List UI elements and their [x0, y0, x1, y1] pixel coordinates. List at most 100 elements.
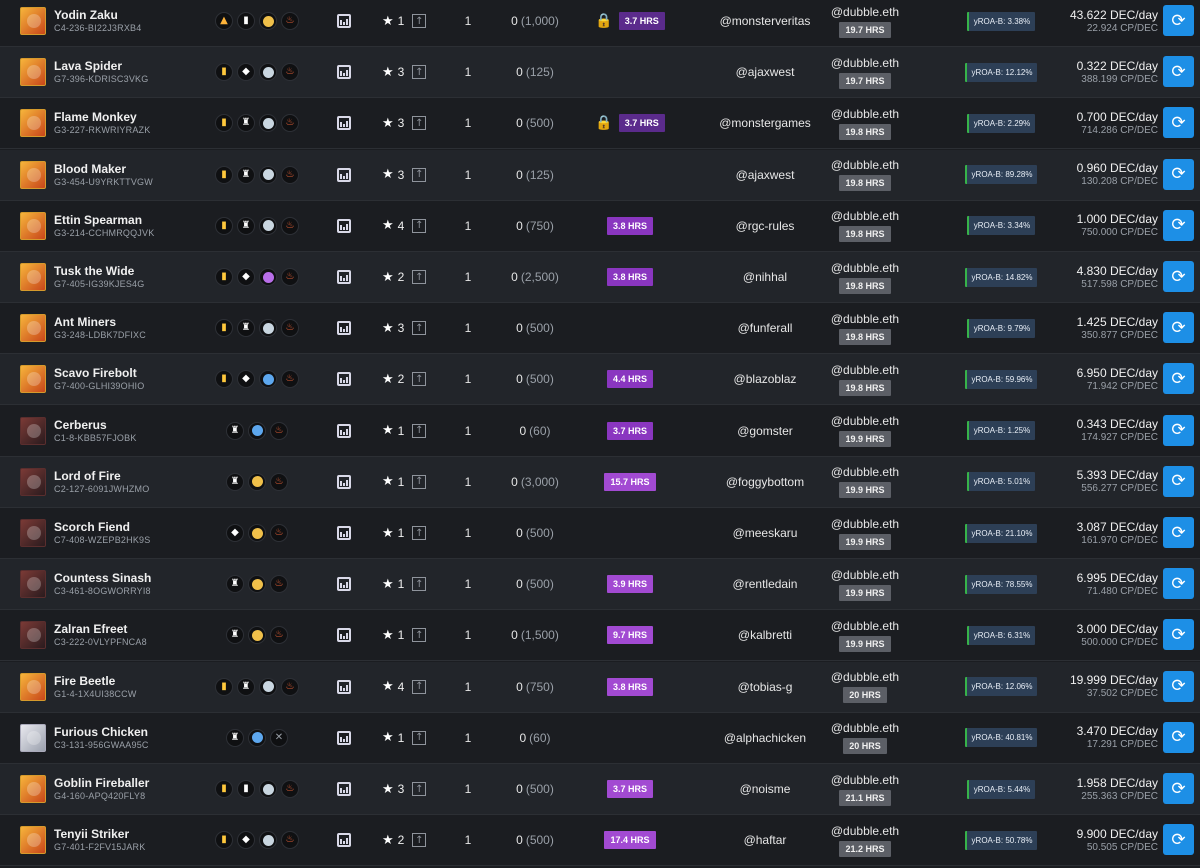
card-thumbnail[interactable]: [20, 519, 46, 547]
renter-link[interactable]: @dubble.eth: [831, 721, 899, 735]
card-name[interactable]: Tusk the Wide: [54, 264, 134, 278]
upgrade-icon[interactable]: ↑: [412, 782, 427, 796]
card-thumbnail[interactable]: [20, 160, 46, 189]
card-name-block[interactable]: Yodin Zaku C4-236-BI22J3RXB4: [54, 0, 141, 46]
refresh-button[interactable]: ⟳: [1163, 465, 1194, 497]
refresh-button[interactable]: ⟳: [1163, 363, 1194, 395]
stats-chart-icon[interactable]: [337, 474, 351, 489]
renter-link[interactable]: @dubble.eth: [831, 158, 899, 172]
stats-chart-icon[interactable]: [337, 679, 351, 694]
owner-link[interactable]: @monstergames: [690, 98, 840, 148]
renter-link[interactable]: @dubble.eth: [831, 209, 899, 223]
stats-chart-icon[interactable]: [337, 14, 351, 28]
card-name[interactable]: Fire Beetle: [54, 674, 115, 688]
card-name[interactable]: Lava Spider: [54, 59, 122, 73]
renter-block[interactable]: @dubble.eth 19.8 HRS: [830, 150, 900, 200]
upgrade-icon[interactable]: ↑: [412, 270, 427, 284]
card-name[interactable]: Furious Chicken: [54, 725, 148, 739]
owner-link[interactable]: @rgc-rules: [690, 201, 840, 251]
renter-block[interactable]: @dubble.eth 19.9 HRS: [830, 559, 900, 609]
owner-link[interactable]: @kalbretti: [690, 610, 840, 660]
renter-block[interactable]: @dubble.eth 20 HRS: [830, 713, 900, 763]
card-name-block[interactable]: Goblin Fireballer G4-160-APQ420FLY8: [54, 764, 149, 814]
card-name-block[interactable]: Lava Spider G7-396-KDRISC3VKG: [54, 47, 148, 97]
table-row[interactable]: Flame Monkey G3-227-RKWRIYRAZK ▮ ♜ ♨ ★ 3 ↑ 1 0 (50…: [0, 98, 1200, 150]
renter-link[interactable]: @dubble.eth: [831, 773, 899, 787]
upgrade-icon[interactable]: ↑: [412, 423, 427, 438]
renter-block[interactable]: @dubble.eth 19.7 HRS: [830, 0, 900, 46]
table-row[interactable]: Tenyii Striker G7-401-F2FV15JARK ▮ ◆ ♨ ★ 2 ↑ 1 0(…: [0, 815, 1200, 867]
table-row[interactable]: Goblin Fireballer G4-160-APQ420FLY8 ▮ ▮ ♨ ★ 3 ↑…: [0, 764, 1200, 815]
card-name-block[interactable]: Scavo Firebolt G7-400-GLHI39OHIO: [54, 354, 144, 404]
table-row[interactable]: Lord of Fire C2-127-6091JWHZMO ♜ ♨ ★ 1 ↑ 1 0 (3,0…: [0, 456, 1200, 508]
refresh-button[interactable]: ⟳: [1163, 773, 1194, 804]
refresh-button[interactable]: ⟳: [1163, 158, 1194, 190]
table-row[interactable]: Furious Chicken C3-131-956GWAA95C ♜ ✕ ★ 1 ↑ 1 0(…: [0, 713, 1200, 764]
card-name[interactable]: Ant Miners: [54, 315, 116, 329]
card-name-block[interactable]: Tenyii Striker G7-401-F2FV15JARK: [54, 815, 145, 865]
upgrade-icon[interactable]: ↑: [412, 65, 427, 80]
refresh-button[interactable]: ⟳: [1163, 721, 1194, 753]
refresh-button[interactable]: ⟳: [1163, 824, 1194, 856]
upgrade-icon[interactable]: ↑: [412, 321, 427, 336]
table-row[interactable]: Blood Maker G3-454-U9YRKTTVGW ▮ ♜ ♨ ★ 3 ↑ 1 0 (125…: [0, 149, 1200, 201]
card-name-block[interactable]: Zalran Efreet C3-222-0VLYPFNCA8: [54, 610, 147, 660]
refresh-button[interactable]: ⟳: [1163, 5, 1194, 36]
stats-chart-icon[interactable]: [337, 167, 351, 182]
card-thumbnail[interactable]: [20, 211, 46, 240]
stats-chart-icon[interactable]: [337, 372, 351, 387]
owner-link[interactable]: @nihhal: [690, 252, 840, 302]
stats-chart-icon[interactable]: [337, 833, 351, 848]
card-name-block[interactable]: Lord of Fire C2-127-6091JWHZMO: [54, 457, 149, 507]
card-thumbnail[interactable]: [20, 314, 46, 343]
refresh-button[interactable]: ⟳: [1163, 107, 1194, 139]
card-name[interactable]: Countess Sinash: [54, 571, 151, 585]
card-thumbnail[interactable]: [20, 672, 46, 701]
card-name-block[interactable]: Ant Miners G3-248-LDBK7DFIXC: [54, 303, 146, 353]
renter-block[interactable]: @dubble.eth 19.7 HRS: [830, 47, 900, 97]
renter-link[interactable]: @dubble.eth: [831, 517, 899, 531]
owner-link[interactable]: @ajaxwest: [690, 47, 840, 97]
upgrade-icon[interactable]: ↑: [412, 14, 427, 28]
renter-link[interactable]: @dubble.eth: [831, 824, 899, 838]
stats-chart-icon[interactable]: [337, 218, 351, 233]
card-name[interactable]: Ettin Spearman: [54, 213, 142, 227]
card-thumbnail[interactable]: [20, 263, 46, 291]
card-name[interactable]: Yodin Zaku: [54, 8, 118, 22]
owner-link[interactable]: @noisme: [690, 764, 840, 814]
card-thumbnail[interactable]: [20, 826, 46, 855]
owner-link[interactable]: @meeskaru: [690, 508, 840, 558]
table-row[interactable]: Zalran Efreet C3-222-0VLYPFNCA8 ♜ ♨ ★ 1 ↑ 1 0 (1,…: [0, 610, 1200, 662]
card-thumbnail[interactable]: [20, 365, 46, 394]
card-thumbnail[interactable]: [20, 109, 46, 138]
renter-block[interactable]: @dubble.eth 19.8 HRS: [830, 98, 900, 148]
upgrade-icon[interactable]: ↑: [412, 679, 427, 694]
owner-link[interactable]: @alphachicken: [690, 713, 840, 763]
renter-block[interactable]: @dubble.eth 19.9 HRS: [830, 457, 900, 507]
renter-link[interactable]: @dubble.eth: [831, 56, 899, 70]
renter-link[interactable]: @dubble.eth: [831, 568, 899, 582]
refresh-button[interactable]: ⟳: [1163, 517, 1194, 548]
renter-link[interactable]: @dubble.eth: [831, 261, 899, 275]
owner-link[interactable]: @monsterveritas: [690, 0, 840, 46]
refresh-button[interactable]: ⟳: [1163, 414, 1194, 446]
refresh-button[interactable]: ⟳: [1163, 619, 1194, 651]
upgrade-icon[interactable]: ↑: [412, 167, 427, 182]
card-thumbnail[interactable]: [20, 58, 46, 87]
upgrade-icon[interactable]: ↑: [412, 116, 427, 131]
stats-chart-icon[interactable]: [337, 628, 351, 643]
renter-block[interactable]: @dubble.eth 19.8 HRS: [830, 201, 900, 251]
stats-chart-icon[interactable]: [337, 526, 351, 540]
owner-link[interactable]: @rentledain: [690, 559, 840, 609]
card-name-block[interactable]: Tusk the Wide G7-405-IG39KJES4G: [54, 252, 144, 302]
refresh-button[interactable]: ⟳: [1163, 261, 1194, 292]
renter-link[interactable]: @dubble.eth: [831, 312, 899, 326]
card-name-block[interactable]: Cerberus C1-8-KBB57FJOBK: [54, 406, 137, 456]
refresh-button[interactable]: ⟳: [1163, 56, 1194, 88]
stats-chart-icon[interactable]: [337, 270, 351, 284]
card-name-block[interactable]: Blood Maker G3-454-U9YRKTTVGW: [54, 150, 153, 200]
renter-block[interactable]: @dubble.eth 19.9 HRS: [830, 610, 900, 660]
stats-chart-icon[interactable]: [337, 577, 351, 592]
owner-link[interactable]: @foggybottom: [690, 457, 840, 507]
table-row[interactable]: Countess Sinash C3-461-8OGWORRYI8 ♜ ♨ ★ 1 ↑ 1 0(…: [0, 559, 1200, 611]
